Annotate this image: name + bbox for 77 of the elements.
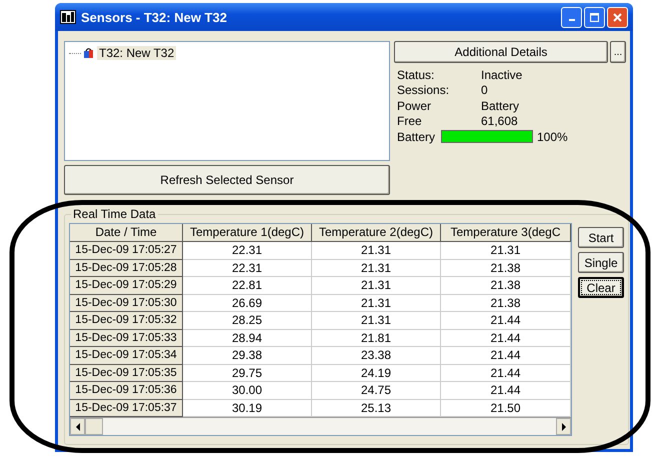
table-cell: 21.38 xyxy=(441,277,571,294)
table-cell: 24.75 xyxy=(312,382,441,400)
column-header[interactable]: Temperature 2(degC) xyxy=(312,224,441,242)
tree-item[interactable]: T32: New T32 xyxy=(97,46,176,60)
table-cell: 29.75 xyxy=(183,364,312,382)
close-icon xyxy=(613,12,622,22)
row-header: 15-Dec-09 17:05:30 xyxy=(70,294,183,312)
table-cell: 21.31 xyxy=(312,260,441,277)
table-cell: 30.19 xyxy=(183,400,312,417)
table-cell: 25.13 xyxy=(312,400,441,417)
table-cell: 22.31 xyxy=(183,260,312,277)
action-button[interactable]: Single xyxy=(578,252,624,273)
table-cell: 21.31 xyxy=(312,294,441,312)
column-header[interactable]: Temperature 1(degC) xyxy=(183,224,312,242)
window-title: Sensors - T32: New T32 xyxy=(81,10,228,24)
row-header: 15-Dec-09 17:05:28 xyxy=(70,260,183,277)
table-cell: 24.19 xyxy=(312,364,441,382)
row-header: 15-Dec-09 17:05:33 xyxy=(70,330,183,347)
battery-reading: 100% xyxy=(537,130,568,144)
maximize-icon xyxy=(590,12,599,22)
close-button[interactable] xyxy=(607,6,628,28)
info-label: Power xyxy=(397,98,432,113)
info-label: Sessions: xyxy=(397,83,450,98)
action-button[interactable]: Start xyxy=(578,227,624,248)
table-cell: 28.25 xyxy=(183,312,312,330)
left-arrow-icon xyxy=(74,422,80,430)
row-header: 15-Dec-09 17:05:37 xyxy=(70,400,183,417)
minimize-icon xyxy=(568,19,574,21)
table-cell: 21.38 xyxy=(441,260,571,277)
info-value: 0 xyxy=(481,83,488,98)
table-cell: 30.00 xyxy=(183,382,312,400)
action-button[interactable]: Clear xyxy=(578,277,624,298)
info-value: Battery xyxy=(481,98,520,113)
maximize-button[interactable] xyxy=(584,6,605,28)
more-button[interactable]: ... xyxy=(610,41,626,63)
info-label: Free xyxy=(397,114,423,128)
table-cell: 26.69 xyxy=(183,294,312,312)
table-cell: 22.31 xyxy=(183,242,312,260)
row-header: 15-Dec-09 17:05:36 xyxy=(70,382,183,400)
column-header[interactable]: Date / Time xyxy=(70,224,183,242)
scroll-thumb[interactable] xyxy=(85,418,103,435)
table-cell: 21.31 xyxy=(441,242,571,260)
info-value: Inactive xyxy=(481,68,522,82)
sensor-icon xyxy=(83,47,95,59)
table-cell: 21.31 xyxy=(312,277,441,294)
battery-label: Battery xyxy=(397,130,436,144)
table-cell: 29.38 xyxy=(183,347,312,364)
table-cell: 21.50 xyxy=(441,400,571,417)
right-arrow-icon xyxy=(560,422,566,430)
table-cell: 21.44 xyxy=(441,347,571,364)
refresh-button[interactable]: Refresh Selected Sensor xyxy=(64,165,390,195)
scroll-right-button[interactable] xyxy=(556,418,571,435)
table-cell: 21.44 xyxy=(441,364,571,382)
minimize-button[interactable] xyxy=(561,6,582,28)
table-cell: 21.31 xyxy=(312,242,441,260)
table-cell: 21.81 xyxy=(312,330,441,347)
table-cell: 28.94 xyxy=(183,330,312,347)
details-button[interactable]: Additional Details xyxy=(394,41,608,63)
table-cell: 23.38 xyxy=(312,347,441,364)
group-title: Real Time Data xyxy=(72,207,157,221)
table-cell: 21.44 xyxy=(441,330,571,347)
table-cell: 21.44 xyxy=(441,382,571,400)
row-header: 15-Dec-09 17:05:32 xyxy=(70,312,183,330)
info-value: 61,608 xyxy=(481,114,518,128)
row-header: 15-Dec-09 17:05:34 xyxy=(70,347,183,364)
row-header: 15-Dec-09 17:05:27 xyxy=(70,242,183,260)
table-cell: 22.81 xyxy=(183,277,312,294)
table-cell: 21.31 xyxy=(312,312,441,330)
table-cell: 21.38 xyxy=(441,294,571,312)
scroll-left-button[interactable] xyxy=(70,418,85,435)
row-header: 15-Dec-09 17:05:35 xyxy=(70,364,183,382)
row-header: 15-Dec-09 17:05:29 xyxy=(70,277,183,294)
info-label: Status: xyxy=(397,68,436,82)
table-cell: 21.44 xyxy=(441,312,571,330)
column-header[interactable]: Temperature 3(degC xyxy=(441,224,571,242)
app-icon xyxy=(60,10,76,24)
horizontal-scrollbar[interactable] xyxy=(70,417,571,435)
